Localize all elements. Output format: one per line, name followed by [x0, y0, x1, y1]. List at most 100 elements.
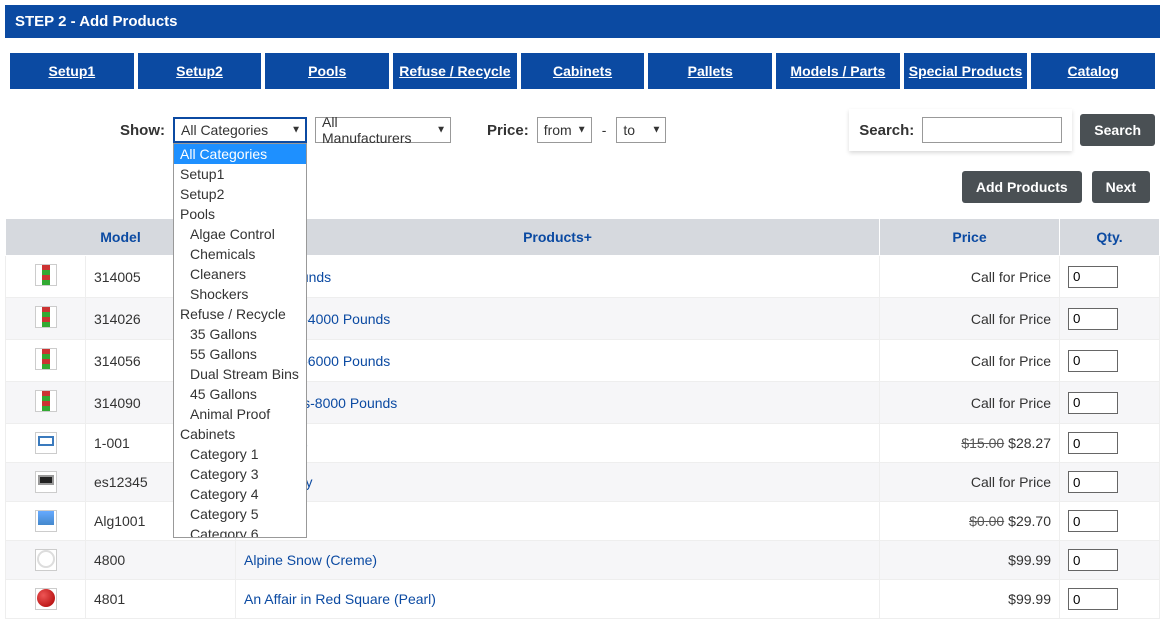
price-to-select[interactable]: to ▼: [616, 117, 666, 143]
tab-cabinets[interactable]: Cabinets: [521, 53, 645, 89]
category-option[interactable]: Cabinets: [174, 424, 306, 444]
stack-icon: [42, 265, 50, 285]
col-price-header[interactable]: Price: [880, 219, 1060, 256]
qty-input[interactable]: [1068, 471, 1118, 493]
tab-setup2[interactable]: Setup2: [138, 53, 262, 89]
table-row: 4801An Affair in Red Square (Pearl)$99.9…: [6, 580, 1160, 619]
row-price: Call for Price: [880, 256, 1060, 298]
add-products-button[interactable]: Add Products: [962, 171, 1082, 203]
category-option[interactable]: 35 Gallons: [174, 324, 306, 344]
category-option[interactable]: 45 Gallons: [174, 384, 306, 404]
chevron-down-icon: ▼: [651, 125, 661, 136]
price-dash: -: [602, 122, 607, 138]
category-dropdown: All CategoriesSetup1Setup2PoolsAlgae Con…: [173, 143, 307, 538]
row-icon-cell: [6, 256, 86, 298]
row-price: $99.99: [880, 541, 1060, 580]
row-price: $15.00$28.27: [880, 424, 1060, 463]
category-option[interactable]: Algae Control: [174, 224, 306, 244]
row-product-link[interactable]: -2000 Pounds: [236, 256, 880, 298]
row-qty-cell: [1060, 340, 1160, 382]
category-option[interactable]: Chemicals: [174, 244, 306, 264]
tab-pallets[interactable]: Pallets: [648, 53, 772, 89]
product-thumb: [35, 432, 57, 454]
product-thumb: [35, 306, 57, 328]
row-qty-cell: [1060, 541, 1160, 580]
category-select-value: All Categories: [181, 122, 268, 138]
qty-input[interactable]: [1068, 588, 1118, 610]
product-thumb: [35, 390, 57, 412]
qty-input[interactable]: [1068, 432, 1118, 454]
category-option[interactable]: Category 5: [174, 504, 306, 524]
col-product-header[interactable]: Products+: [236, 219, 880, 256]
row-product-link[interactable]: s - 1 Row-6000 Pounds: [236, 340, 880, 382]
price-from-select[interactable]: from ▼: [537, 117, 592, 143]
qty-input[interactable]: [1068, 350, 1118, 372]
category-option[interactable]: Category 6: [174, 524, 306, 537]
row-price-value: $28.27: [1008, 435, 1051, 451]
tab-setup1[interactable]: Setup1: [10, 53, 134, 89]
category-option[interactable]: All Categories: [174, 144, 306, 164]
category-option[interactable]: Category 4: [174, 484, 306, 504]
price-to-value: to: [623, 122, 635, 138]
manufacturer-select-value: All Manufacturers: [322, 114, 428, 146]
qty-input[interactable]: [1068, 308, 1118, 330]
search-group: Search:: [849, 109, 1072, 151]
tab-pools[interactable]: Pools: [265, 53, 389, 89]
filter-row: Show: All Categories ▼ All CategoriesSet…: [0, 109, 1165, 161]
tab-special-products[interactable]: Special Products: [904, 53, 1028, 89]
category-select[interactable]: All Categories ▼: [173, 117, 307, 143]
row-product-link[interactable]: ne Tablets: [236, 424, 880, 463]
category-option[interactable]: Category 1: [174, 444, 306, 464]
category-option[interactable]: Category 3: [174, 464, 306, 484]
category-option[interactable]: Setup1: [174, 164, 306, 184]
row-product-link[interactable]: uct Display: [236, 463, 880, 502]
row-product-link[interactable]: An Affair in Red Square (Pearl): [236, 580, 880, 619]
price-from-value: from: [544, 122, 572, 138]
category-option[interactable]: Setup2: [174, 184, 306, 204]
row-product-link[interactable]: es: [236, 502, 880, 541]
row-icon-cell: [6, 298, 86, 340]
category-option[interactable]: Shockers: [174, 284, 306, 304]
row-qty-cell: [1060, 298, 1160, 340]
table-row: 4800Alpine Snow (Creme)$99.99: [6, 541, 1160, 580]
category-option[interactable]: Cleaners: [174, 264, 306, 284]
category-option[interactable]: Refuse / Recycle: [174, 304, 306, 324]
qty-input[interactable]: [1068, 549, 1118, 571]
row-price-value: Call for Price: [971, 395, 1051, 411]
row-product-link[interactable]: s - 1 Row-4000 Pounds: [236, 298, 880, 340]
next-button[interactable]: Next: [1092, 171, 1150, 203]
row-qty-cell: [1060, 382, 1160, 424]
category-option[interactable]: Pools: [174, 204, 306, 224]
row-qty-cell: [1060, 463, 1160, 502]
row-price: Call for Price: [880, 382, 1060, 424]
category-option[interactable]: Dual Stream Bins: [174, 364, 306, 384]
row-icon-cell: [6, 382, 86, 424]
row-product-link[interactable]: s - 2 Rows-8000 Pounds: [236, 382, 880, 424]
search-button[interactable]: Search: [1080, 114, 1155, 146]
qty-input[interactable]: [1068, 266, 1118, 288]
manufacturer-select[interactable]: All Manufacturers ▼: [315, 117, 451, 143]
row-price-value: Call for Price: [971, 311, 1051, 327]
product-thumb: [35, 264, 57, 286]
row-icon-cell: [6, 580, 86, 619]
row-price-value: Call for Price: [971, 353, 1051, 369]
category-option[interactable]: Animal Proof: [174, 404, 306, 424]
row-price: $99.99: [880, 580, 1060, 619]
tab-models-parts[interactable]: Models / Parts: [776, 53, 900, 89]
product-thumb: [35, 348, 57, 370]
show-label: Show:: [120, 122, 165, 139]
qty-input[interactable]: [1068, 392, 1118, 414]
row-product-link[interactable]: Alpine Snow (Creme): [236, 541, 880, 580]
search-input[interactable]: [922, 117, 1062, 143]
algae-icon: [38, 511, 54, 525]
chevron-down-icon: ▼: [436, 125, 446, 136]
qty-input[interactable]: [1068, 510, 1118, 532]
row-model: 4801: [86, 580, 236, 619]
step-header: STEP 2 - Add Products: [5, 5, 1160, 38]
chevron-down-icon: ▼: [291, 125, 301, 136]
category-option[interactable]: 55 Gallons: [174, 344, 306, 364]
tab-refuse-recycle[interactable]: Refuse / Recycle: [393, 53, 517, 89]
snow-icon: [37, 550, 55, 568]
tab-catalog[interactable]: Catalog: [1031, 53, 1155, 89]
row-price: Call for Price: [880, 298, 1060, 340]
